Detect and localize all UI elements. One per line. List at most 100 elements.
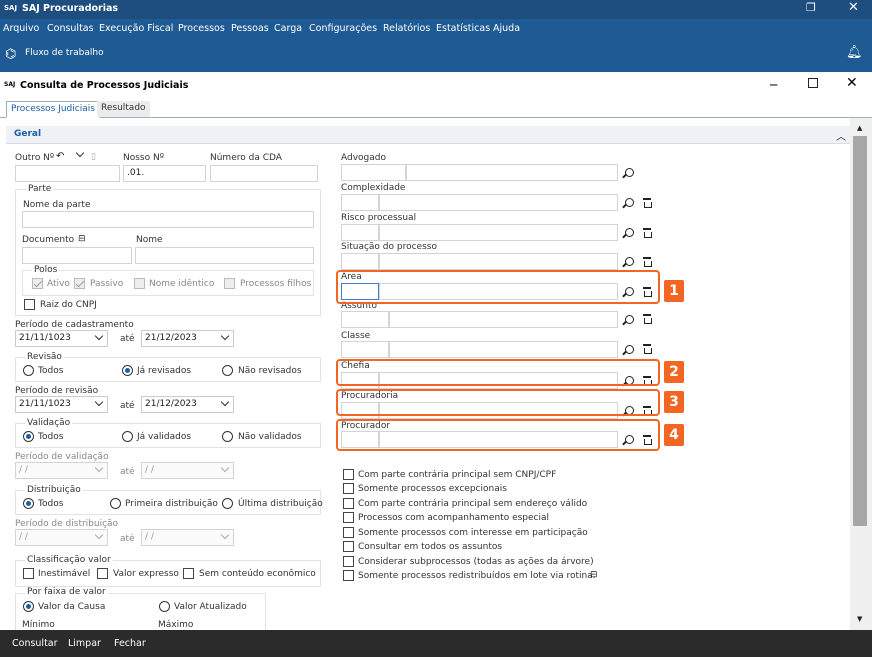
cad-ate-input[interactable]: 21/12/2023 xyxy=(141,330,234,347)
scroll-thumb[interactable] xyxy=(853,136,867,526)
ultima-dist-radio[interactable] xyxy=(222,498,233,509)
assunto-code-input[interactable] xyxy=(341,311,389,328)
revisao-todos-radio[interactable] xyxy=(23,365,34,376)
assunto-input[interactable] xyxy=(389,311,618,328)
valor-atualizado-radio[interactable] xyxy=(159,601,170,612)
val-ate-input[interactable]: / / xyxy=(141,462,234,479)
window-close-icon[interactable]: ✕ xyxy=(846,75,858,91)
advogado-search-icon[interactable] xyxy=(625,168,634,177)
check-sem-endereco[interactable] xyxy=(343,498,354,509)
classe-filter-icon[interactable] xyxy=(643,344,652,354)
processos-filhos-checkbox[interactable] xyxy=(224,278,235,289)
menu-configuracoes[interactable]: Configurações xyxy=(309,23,377,34)
collapse-icon[interactable]: ︿ xyxy=(836,128,846,143)
situacao-code-input[interactable] xyxy=(341,253,379,270)
fluxo-trabalho-link[interactable]: Fluxo de trabalho xyxy=(25,48,104,58)
consultar-button[interactable]: Consultar xyxy=(12,638,58,649)
complexidade-code-input[interactable] xyxy=(341,194,379,211)
ja-validados-radio[interactable] xyxy=(122,431,133,442)
outro-dropdown-icon[interactable] xyxy=(75,148,85,158)
document-info-icon[interactable]: ⊟ xyxy=(78,233,86,245)
advogado-input[interactable] xyxy=(406,164,618,181)
menu-arquivo[interactable]: Arquivo xyxy=(3,23,39,34)
check-interesse[interactable] xyxy=(343,527,354,538)
limpar-button[interactable]: Limpar xyxy=(68,638,101,649)
risco-filter-icon[interactable] xyxy=(643,228,652,238)
close-icon[interactable]: ✕ xyxy=(848,0,859,15)
nosso-input[interactable]: .01. xyxy=(123,165,206,182)
menu-processos[interactable]: Processos xyxy=(178,23,225,34)
risco-search-icon[interactable] xyxy=(625,228,634,237)
situacao-filter-icon[interactable] xyxy=(643,257,652,267)
valor-causa-radio[interactable] xyxy=(23,601,34,612)
assunto-search-icon[interactable] xyxy=(625,315,634,324)
check-todos-assuntos[interactable] xyxy=(343,541,354,552)
risco-code-input[interactable] xyxy=(341,224,379,241)
dist-ate-input[interactable]: / / xyxy=(141,529,234,546)
highlight-area xyxy=(336,270,660,304)
dist-todos-radio[interactable] xyxy=(23,498,34,509)
complexidade-filter-icon[interactable] xyxy=(643,198,652,208)
restore-icon[interactable]: ❐ xyxy=(806,1,816,14)
maximize-icon[interactable] xyxy=(808,78,818,88)
validacao-todos-radio[interactable] xyxy=(23,431,34,442)
documento-input[interactable] xyxy=(22,247,132,264)
rev-ate-input[interactable]: 21/12/2023 xyxy=(141,396,234,413)
cad-de-input[interactable]: 21/11/1023 xyxy=(15,330,108,347)
complexidade-input[interactable] xyxy=(379,194,618,211)
section-header[interactable]: Geral ︿ xyxy=(6,126,850,144)
nome-identico-checkbox[interactable] xyxy=(134,278,145,289)
classe-code-input[interactable] xyxy=(341,341,389,358)
menu-execucao-fiscal[interactable]: Execução Fiscal xyxy=(99,23,173,34)
menu-consultas[interactable]: Consultas xyxy=(47,23,94,34)
check-redistribuidos[interactable] xyxy=(343,570,354,581)
check-subprocessos[interactable] xyxy=(343,556,354,567)
scroll-up-icon[interactable]: ▲ xyxy=(857,124,862,132)
bell-icon[interactable]: 🔔︎ xyxy=(846,45,863,60)
check-acompanhamento[interactable] xyxy=(343,512,354,523)
val-de-input[interactable]: / / xyxy=(15,462,108,479)
minimize-icon[interactable]: ─ xyxy=(770,78,777,92)
menu-relatorios[interactable]: Relatórios xyxy=(383,23,430,34)
tab-resultado[interactable]: Resultado xyxy=(97,101,150,117)
undo-icon[interactable]: ↶ xyxy=(56,151,64,163)
menu-ajuda[interactable]: Ajuda xyxy=(493,23,520,34)
menu-estatisticas[interactable]: Estatísticas xyxy=(436,23,490,34)
classe-input[interactable] xyxy=(389,341,618,358)
fechar-button[interactable]: Fechar xyxy=(114,638,146,649)
inestimavel-checkbox[interactable] xyxy=(23,568,34,579)
situacao-search-icon[interactable] xyxy=(625,257,634,266)
scroll-down-icon[interactable]: ▼ xyxy=(857,615,862,623)
badge-2: 2 xyxy=(664,361,684,383)
vertical-scrollbar[interactable]: ▲ ▼ xyxy=(850,118,872,630)
tab-processos-judiciais[interactable]: Processos Judiciais xyxy=(6,101,100,118)
cda-input[interactable] xyxy=(210,165,318,182)
raiz-cnpj-checkbox[interactable] xyxy=(24,299,35,310)
check-excepcionais[interactable] xyxy=(343,483,354,494)
nao-validados-radio[interactable] xyxy=(222,431,233,442)
advogado-code-input[interactable] xyxy=(341,164,406,181)
valor-expresso-checkbox[interactable] xyxy=(97,568,108,579)
risco-input[interactable] xyxy=(379,224,618,241)
dist-de-input[interactable]: / / xyxy=(15,529,108,546)
classe-search-icon[interactable] xyxy=(625,345,634,354)
ja-revisados-radio[interactable] xyxy=(122,365,133,376)
nao-revisados-radio[interactable] xyxy=(222,365,233,376)
nome-parte-input[interactable] xyxy=(22,211,314,228)
menu-carga[interactable]: Carga xyxy=(274,23,302,34)
check-sem-cnpj[interactable] xyxy=(343,469,354,480)
menubar: Arquivo Consultas Execução Fiscal Proces… xyxy=(0,19,872,39)
workflow-icon[interactable]: ⌬ xyxy=(5,47,16,62)
menu-pessoas[interactable]: Pessoas xyxy=(231,23,269,34)
passivo-checkbox[interactable] xyxy=(74,278,85,289)
rev-de-input[interactable]: 21/11/1023 xyxy=(15,396,108,413)
primeira-dist-radio[interactable] xyxy=(110,498,121,509)
outro-input[interactable] xyxy=(15,165,120,182)
situacao-input[interactable] xyxy=(379,253,618,270)
sem-conteudo-checkbox[interactable] xyxy=(183,568,194,579)
assunto-filter-icon[interactable] xyxy=(643,314,652,324)
info-doc-icon[interactable]: ⊟ xyxy=(590,569,598,581)
ativo-checkbox[interactable] xyxy=(32,278,43,289)
complexidade-search-icon[interactable] xyxy=(625,198,634,207)
nome-input[interactable] xyxy=(135,247,314,264)
